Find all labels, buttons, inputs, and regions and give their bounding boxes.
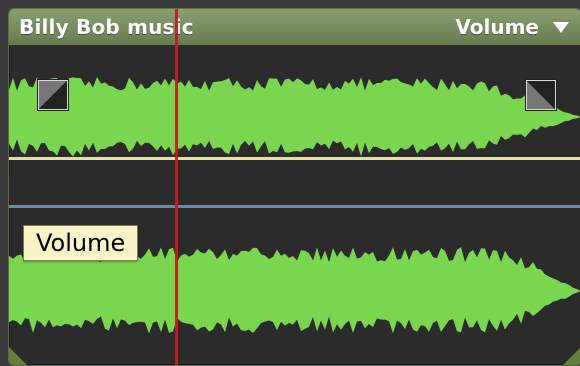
audio-clip[interactable]: Billy Bob music Volume Volume	[8, 8, 580, 366]
fade-in-icon[interactable]	[37, 79, 69, 111]
clip-header: Billy Bob music Volume	[9, 9, 580, 46]
waveform-track-1[interactable]	[9, 45, 580, 177]
resize-corner-right[interactable]	[563, 347, 580, 365]
volume-dropdown[interactable]: Volume	[455, 15, 569, 39]
volume-tooltip: Volume	[23, 225, 139, 261]
resize-corner-left[interactable]	[9, 347, 27, 365]
clip-title: Billy Bob music	[19, 15, 194, 39]
volume-line-yellow[interactable]	[9, 157, 580, 160]
fade-out-icon[interactable]	[525, 79, 557, 111]
playhead[interactable]	[175, 9, 178, 365]
volume-line-blue[interactable]	[9, 205, 580, 208]
track-separator	[9, 177, 580, 201]
volume-dropdown-label: Volume	[455, 15, 539, 39]
triangle-down-icon[interactable]	[553, 21, 569, 33]
